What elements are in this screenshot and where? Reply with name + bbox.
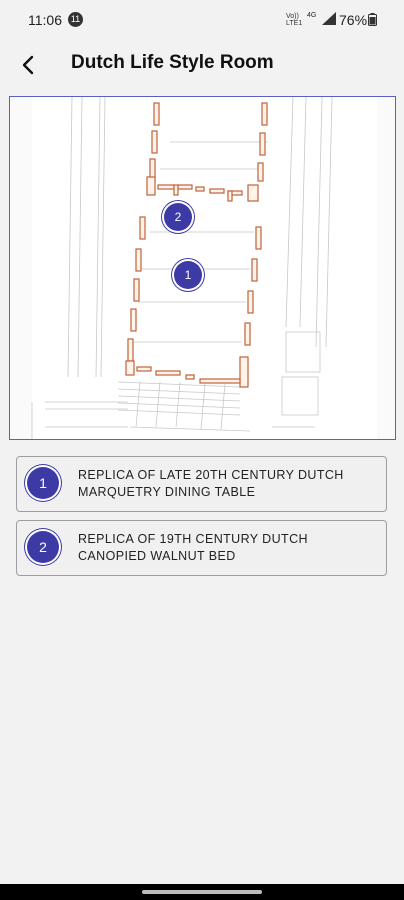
network-type-icon: 4G (307, 12, 316, 19)
exhibit-card-2[interactable]: 2 REPLICA OF 19TH CENTURY DUTCH CANOPIED… (16, 520, 387, 576)
exhibit-number-badge: 1 (27, 467, 59, 499)
network-lte: LTE1 (286, 20, 303, 27)
status-time: 11:06 (28, 12, 62, 28)
back-button[interactable] (12, 48, 46, 82)
map-marker-1[interactable]: 1 (174, 261, 202, 289)
network-indicator: Vo)) LTE1 (286, 13, 302, 27)
exhibit-card-1[interactable]: 1 REPLICA OF LATE 20TH CENTURY DUTCH MAR… (16, 456, 387, 512)
system-nav-bar (0, 884, 404, 900)
back-arrow-icon (22, 55, 34, 75)
floor-plan-drawing (31, 97, 377, 439)
battery-percent: 76% (339, 12, 368, 28)
app-bar: Dutch Life Style Room (0, 38, 404, 90)
battery-icon (368, 13, 377, 26)
map-marker-number: 2 (174, 210, 182, 224)
home-gesture-handle[interactable] (142, 890, 262, 894)
floor-plan-map[interactable]: 1 2 (9, 96, 396, 440)
exhibit-title: REPLICA OF LATE 20TH CENTURY DUTCH MARQU… (78, 468, 344, 499)
signal-icon (322, 12, 336, 25)
exhibit-number-badge: 2 (27, 531, 59, 563)
exhibit-title: REPLICA OF 19TH CENTURY DUTCH CANOPIED W… (78, 532, 308, 563)
status-bar: 11:06 11 Vo)) LTE1 4G 76% (0, 0, 404, 38)
network-volte: Vo)) (286, 13, 299, 20)
map-marker-2[interactable]: 2 (164, 203, 192, 231)
notification-badge: 11 (68, 12, 83, 27)
map-marker-number: 1 (184, 268, 192, 282)
network-type-label: 4G (307, 12, 317, 19)
page-title: Dutch Life Style Room (71, 52, 274, 73)
